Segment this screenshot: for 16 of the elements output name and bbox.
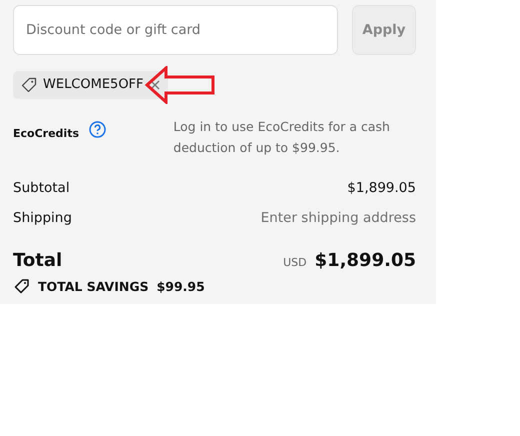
close-icon[interactable] [150, 80, 160, 90]
total-amount: $1,899.05 [314, 248, 416, 272]
help-icon[interactable] [89, 121, 106, 138]
tag-icon [21, 77, 37, 93]
summary-value: Enter shipping address [260, 209, 416, 228]
summary-label: Shipping [13, 209, 72, 228]
savings-label: TOTAL SAVINGS [38, 278, 149, 296]
summary-value: $1,899.05 [347, 179, 416, 198]
currency-label: USD [283, 254, 307, 270]
ecocredits-label: EcoCredits [13, 126, 79, 142]
summary-label: Subtotal [13, 179, 70, 198]
savings-amount: $99.95 [156, 278, 205, 296]
ecocredits-message: Log in to use EcoCredits for a cash deduction of up to $99.95. [173, 118, 391, 157]
tag-icon [13, 278, 30, 296]
total-label: Total [13, 248, 62, 272]
arrow-annotation [144, 66, 214, 104]
